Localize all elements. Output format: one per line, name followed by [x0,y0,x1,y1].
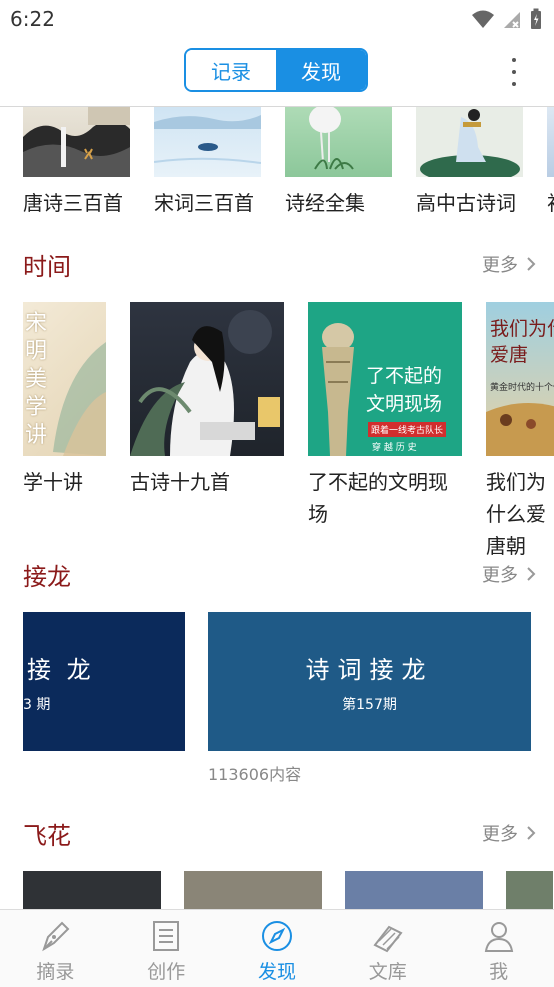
collection-row: 唐诗三百首 宋词三百首 诗经全集 高中古诗词 [23,107,554,219]
wifi-icon [472,10,494,28]
more-label: 更多 [482,824,518,845]
jielong-card-issue: 3 期 [23,697,51,713]
status-time: 6:22 [10,7,55,31]
nav-library[interactable]: 文库 [332,910,443,987]
status-icons [472,8,542,30]
section-more-feihua[interactable]: 更多 [482,820,536,846]
feihua-card[interactable] [23,871,161,909]
course-cover-title: 了不起的文明现场 [366,365,443,415]
course-cover-subtitle: 跟着一线考古队长 [368,422,447,437]
tab-discover[interactable]: 发现 [276,50,366,90]
bottom-nav: 摘录 创作 发现 文库 我 [0,909,554,987]
collection-item[interactable]: 唐诗三百首 [23,107,130,219]
segmented-control: 记录 发现 [184,48,368,92]
course-item[interactable]: 我们为什么爱唐 黄金时代的十个侧面 我们为什么爱唐朝 [486,302,554,562]
course-item[interactable]: 古诗十九首 [130,302,284,562]
collection-cover [285,107,392,177]
time-row: 宋明美学讲 学十讲 古诗十九首 了不起的文明现场 跟着一线考古队长 穿 越 历 … [23,302,554,562]
collection-title: 宋词三百首 [154,191,254,215]
section-title-time: 时间 [23,253,71,281]
collection-title: 高中古诗词 [416,191,516,215]
section-more-time[interactable]: 更多 [482,251,536,277]
jielong-card-issue: 第157期 [342,697,397,713]
collection-title: 唐诗三百首 [23,191,123,215]
course-title: 学十讲 [23,470,83,494]
tab-records[interactable]: 记录 [186,50,276,90]
nav-label: 文库 [368,961,407,983]
course-cover: 宋明美学讲 [23,302,106,456]
jielong-card-title: 接 龙 [27,656,95,684]
chevron-right-icon [527,567,536,581]
quill-pen-icon [42,921,70,952]
course-cover-text: 宋明美学讲 [25,311,48,448]
course-cover: 我们为什么爱唐 黄金时代的十个侧面 [486,302,554,456]
jielong-card[interactable]: 接 龙 3 期 [23,612,185,751]
course-cover: 了不起的文明现场 跟着一线考古队长 穿 越 历 史 [308,302,462,456]
compass-icon [261,921,292,951]
section-more-jielong[interactable]: 更多 [482,561,536,587]
collection-item[interactable]: 宋词三百首 [154,107,261,219]
collection-item[interactable]: 初 [547,107,554,219]
jielong-card-cover: 诗词接龙 第157期 [208,612,531,751]
chevron-right-icon [527,257,536,271]
course-cover-title: 我们为什么爱唐 [490,318,554,366]
battery-icon [531,8,541,29]
nav-create[interactable]: 创作 [111,910,222,987]
feihua-card[interactable] [345,871,483,909]
course-item[interactable]: 宋明美学讲 学十讲 [23,302,106,562]
collection-item[interactable]: 诗经全集 [285,107,392,219]
collection-cover [547,107,554,177]
jielong-card-title: 诗词接龙 [305,656,434,684]
nav-me[interactable]: 我 [443,910,554,987]
jielong-card-count: 113606内容 [208,765,302,784]
collection-cover [416,107,523,177]
course-cover [130,302,284,456]
course-cover-subtitle: 黄金时代的十个侧面 [490,383,554,393]
feihua-card[interactable] [506,871,553,909]
collection-cover [154,107,261,177]
discover-feed[interactable]: 唐诗三百首 宋词三百首 诗经全集 高中古诗词 时间 更多 宋明美学讲 学十讲 古… [0,107,554,909]
nav-label: 摘录 [36,961,75,983]
course-title: 了不起的文明现场 [308,470,448,526]
nav-label: 我 [489,961,509,983]
books-icon [373,925,403,953]
course-title: 我们为什么爱唐朝 [486,470,546,558]
course-cover-tags: 穿 越 历 史 [372,443,417,453]
person-icon [484,922,513,952]
status-bar: 6:22 [0,0,554,40]
overflow-menu-icon[interactable] [510,58,518,86]
collection-cover [23,107,130,177]
section-title-jielong: 接龙 [23,563,71,591]
nav-discover[interactable]: 发现 [222,910,333,987]
nav-label: 发现 [257,961,296,983]
more-label: 更多 [482,565,518,586]
feihua-row [23,871,553,909]
collection-title: 诗经全集 [285,191,365,215]
course-item[interactable]: 了不起的文明现场 跟着一线考古队长 穿 越 历 史 了不起的文明现场 [308,302,462,562]
chevron-right-icon [527,826,536,840]
cell-signal-icon [504,12,520,28]
jielong-card[interactable]: 诗词接龙 第157期 113606内容 [208,612,531,785]
collection-item[interactable]: 高中古诗词 [416,107,523,219]
top-header: 记录 发现 [0,40,554,107]
document-icon [153,921,180,951]
feihua-card[interactable] [184,871,322,909]
nav-excerpts[interactable]: 摘录 [0,910,111,987]
section-title-feihua: 飞花 [23,822,71,850]
collection-title: 初 [547,187,554,219]
nav-label: 创作 [147,961,186,983]
course-title: 古诗十九首 [130,470,230,494]
jielong-row: 接 龙 3 期 诗词接龙 第157期 113606内容 [23,612,531,785]
more-label: 更多 [482,255,518,276]
